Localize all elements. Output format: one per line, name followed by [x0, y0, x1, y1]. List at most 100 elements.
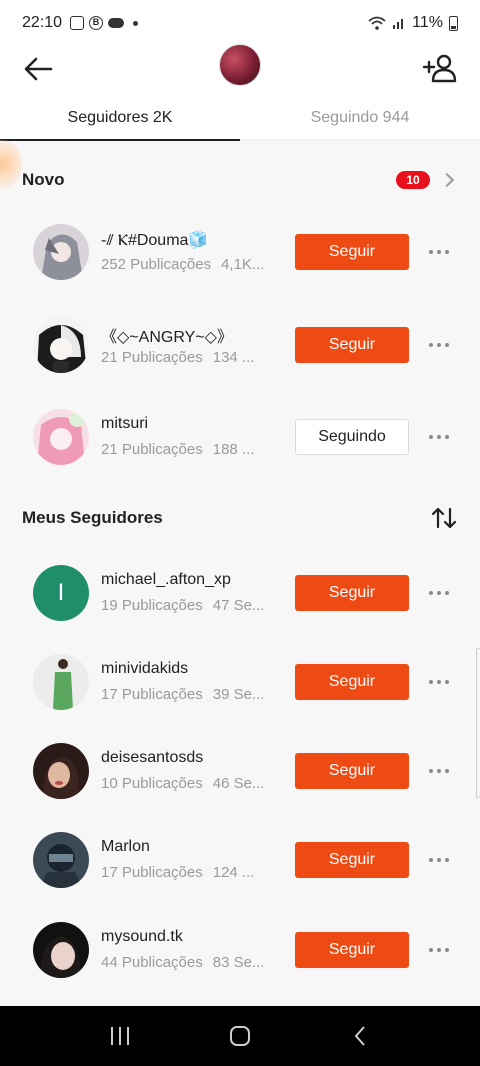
avatar[interactable] [33, 224, 89, 280]
more-options-button[interactable] [426, 676, 452, 688]
more-dots-icon [429, 769, 433, 773]
more-options-button[interactable] [426, 246, 452, 258]
follower-count: 124 ... [212, 864, 255, 881]
gallery-notification-icon [70, 16, 85, 30]
add-user-icon [422, 54, 457, 83]
chevron-right-icon [439, 172, 455, 188]
back-button[interactable] [20, 50, 58, 88]
follower-count: 4,1K... [221, 256, 265, 273]
post-count: 44 Publicações [101, 954, 203, 971]
home-button[interactable] [220, 1016, 260, 1056]
user-stats: 19 Publicações 47 Se... [101, 597, 279, 614]
avatar[interactable] [33, 743, 89, 799]
follower-row[interactable]: 《◇~ANGRY~◇》 21 Publicações 134 ... Segui… [0, 305, 480, 385]
follower-count: 188 ... [212, 441, 255, 458]
username[interactable]: mitsuri [101, 415, 148, 433]
avatar[interactable] [33, 832, 89, 888]
post-count: 10 Publicações [101, 775, 203, 792]
username[interactable]: 《◇~ANGRY~◇》 [101, 323, 233, 347]
arrow-left-icon [24, 57, 53, 81]
user-stats: 252 Publicações 4,1K... [101, 256, 279, 273]
tab-bar: Seguidores 2K Seguindo 944 [0, 96, 480, 141]
follower-row[interactable]: I michael_.afton_xp 19 Publicações 47 Se… [0, 553, 480, 633]
follower-row[interactable]: mysound.tk 44 Publicações 83 Se... Segui… [0, 910, 480, 990]
status-bar: 22:10 B 11% [0, 0, 480, 46]
tab-seguindo[interactable]: Seguindo 944 [240, 96, 480, 140]
follow-button[interactable]: Seguir [295, 575, 409, 611]
new-count-badge: 10 [396, 171, 430, 189]
follower-count: 134 ... [212, 349, 255, 366]
avatar[interactable] [33, 922, 89, 978]
user-stats: 44 Publicações 83 Se... [101, 954, 279, 971]
post-count: 252 Publicações [101, 256, 212, 273]
more-options-button[interactable] [426, 431, 452, 443]
username[interactable]: michael_.afton_xp [101, 571, 231, 589]
username[interactable]: Marlon [101, 838, 150, 856]
user-stats: 17 Publicações 124 ... [101, 864, 279, 881]
follow-button[interactable]: Seguir [295, 932, 409, 968]
follow-button[interactable]: Seguir [295, 842, 409, 878]
follower-count: 47 Se... [212, 597, 265, 614]
battery-icon [449, 15, 458, 31]
user-stats: 17 Publicações 39 Se... [101, 686, 279, 703]
avatar[interactable]: I [33, 565, 89, 621]
recent-apps-button[interactable] [100, 1016, 140, 1056]
signal-icon [393, 19, 404, 29]
more-dots-icon [429, 858, 433, 862]
avatar[interactable] [33, 409, 89, 465]
follower-row[interactable]: Marlon 17 Publicações 124 ... Seguir [0, 820, 480, 900]
follow-button[interactable]: Seguir [295, 234, 409, 270]
tab-seguidores[interactable]: Seguidores 2K [0, 96, 240, 141]
follower-count: 46 Se... [212, 775, 265, 792]
follower-row[interactable]: deisesantosds 10 Publicações 46 Se... Se… [0, 731, 480, 811]
more-options-button[interactable] [426, 339, 452, 351]
novo-title: Novo [22, 170, 65, 189]
recent-apps-icon [111, 1027, 129, 1045]
post-count: 17 Publicações [101, 686, 203, 703]
post-count: 17 Publicações [101, 864, 203, 881]
home-icon [230, 1026, 250, 1046]
avatar[interactable] [33, 654, 89, 710]
user-stats: 21 Publicações 134 ... [101, 349, 279, 366]
my-followers-section-header: Meus Seguidores [0, 500, 480, 536]
header [0, 44, 480, 96]
profile-avatar[interactable] [219, 44, 261, 86]
novo-section-header[interactable]: Novo 10 [0, 162, 480, 198]
add-user-button[interactable] [422, 50, 460, 88]
follower-row[interactable]: minividakids 17 Publicações 39 Se... Seg… [0, 642, 480, 722]
follower-row[interactable]: mitsuri 21 Publicações 188 ... Seguindo [0, 397, 480, 477]
more-dots-icon [429, 680, 433, 684]
more-dots-icon [429, 435, 433, 439]
following-button[interactable]: Seguindo [295, 419, 409, 455]
more-options-button[interactable] [426, 854, 452, 866]
scrollbar[interactable] [476, 648, 480, 798]
wifi-icon [368, 16, 386, 30]
follow-button[interactable]: Seguir [295, 327, 409, 363]
username[interactable]: -⫽ Ⲕ#Douma🧊 [101, 230, 208, 250]
more-options-button[interactable] [426, 765, 452, 777]
post-count: 21 Publicações [101, 349, 203, 366]
back-chevron-icon [354, 1026, 365, 1046]
follower-row[interactable]: -⫽ Ⲕ#Douma🧊 252 Publicações 4,1K... Segu… [0, 212, 480, 292]
cloud-icon [108, 18, 125, 28]
username[interactable]: deisesantosds [101, 749, 203, 767]
username[interactable]: minividakids [101, 660, 188, 678]
avatar[interactable] [33, 317, 89, 373]
follow-button[interactable]: Seguir [295, 753, 409, 789]
avatar-letter: I [57, 579, 65, 606]
more-dots-icon [429, 250, 433, 254]
sort-icon[interactable] [430, 504, 458, 532]
system-nav-bar [0, 1006, 480, 1066]
more-options-button[interactable] [426, 587, 452, 599]
more-options-button[interactable] [426, 944, 452, 956]
user-stats: 10 Publicações 46 Se... [101, 775, 279, 792]
more-notifications-dot-icon [133, 20, 139, 26]
user-stats: 21 Publicações 188 ... [101, 441, 279, 458]
more-dots-icon [429, 591, 433, 595]
back-nav-button[interactable] [340, 1016, 380, 1056]
status-time: 22:10 [22, 14, 63, 31]
follower-count: 83 Se... [212, 954, 265, 971]
follow-button[interactable]: Seguir [295, 664, 409, 700]
username[interactable]: mysound.tk [101, 928, 183, 946]
b-notification-icon: B [89, 16, 104, 30]
